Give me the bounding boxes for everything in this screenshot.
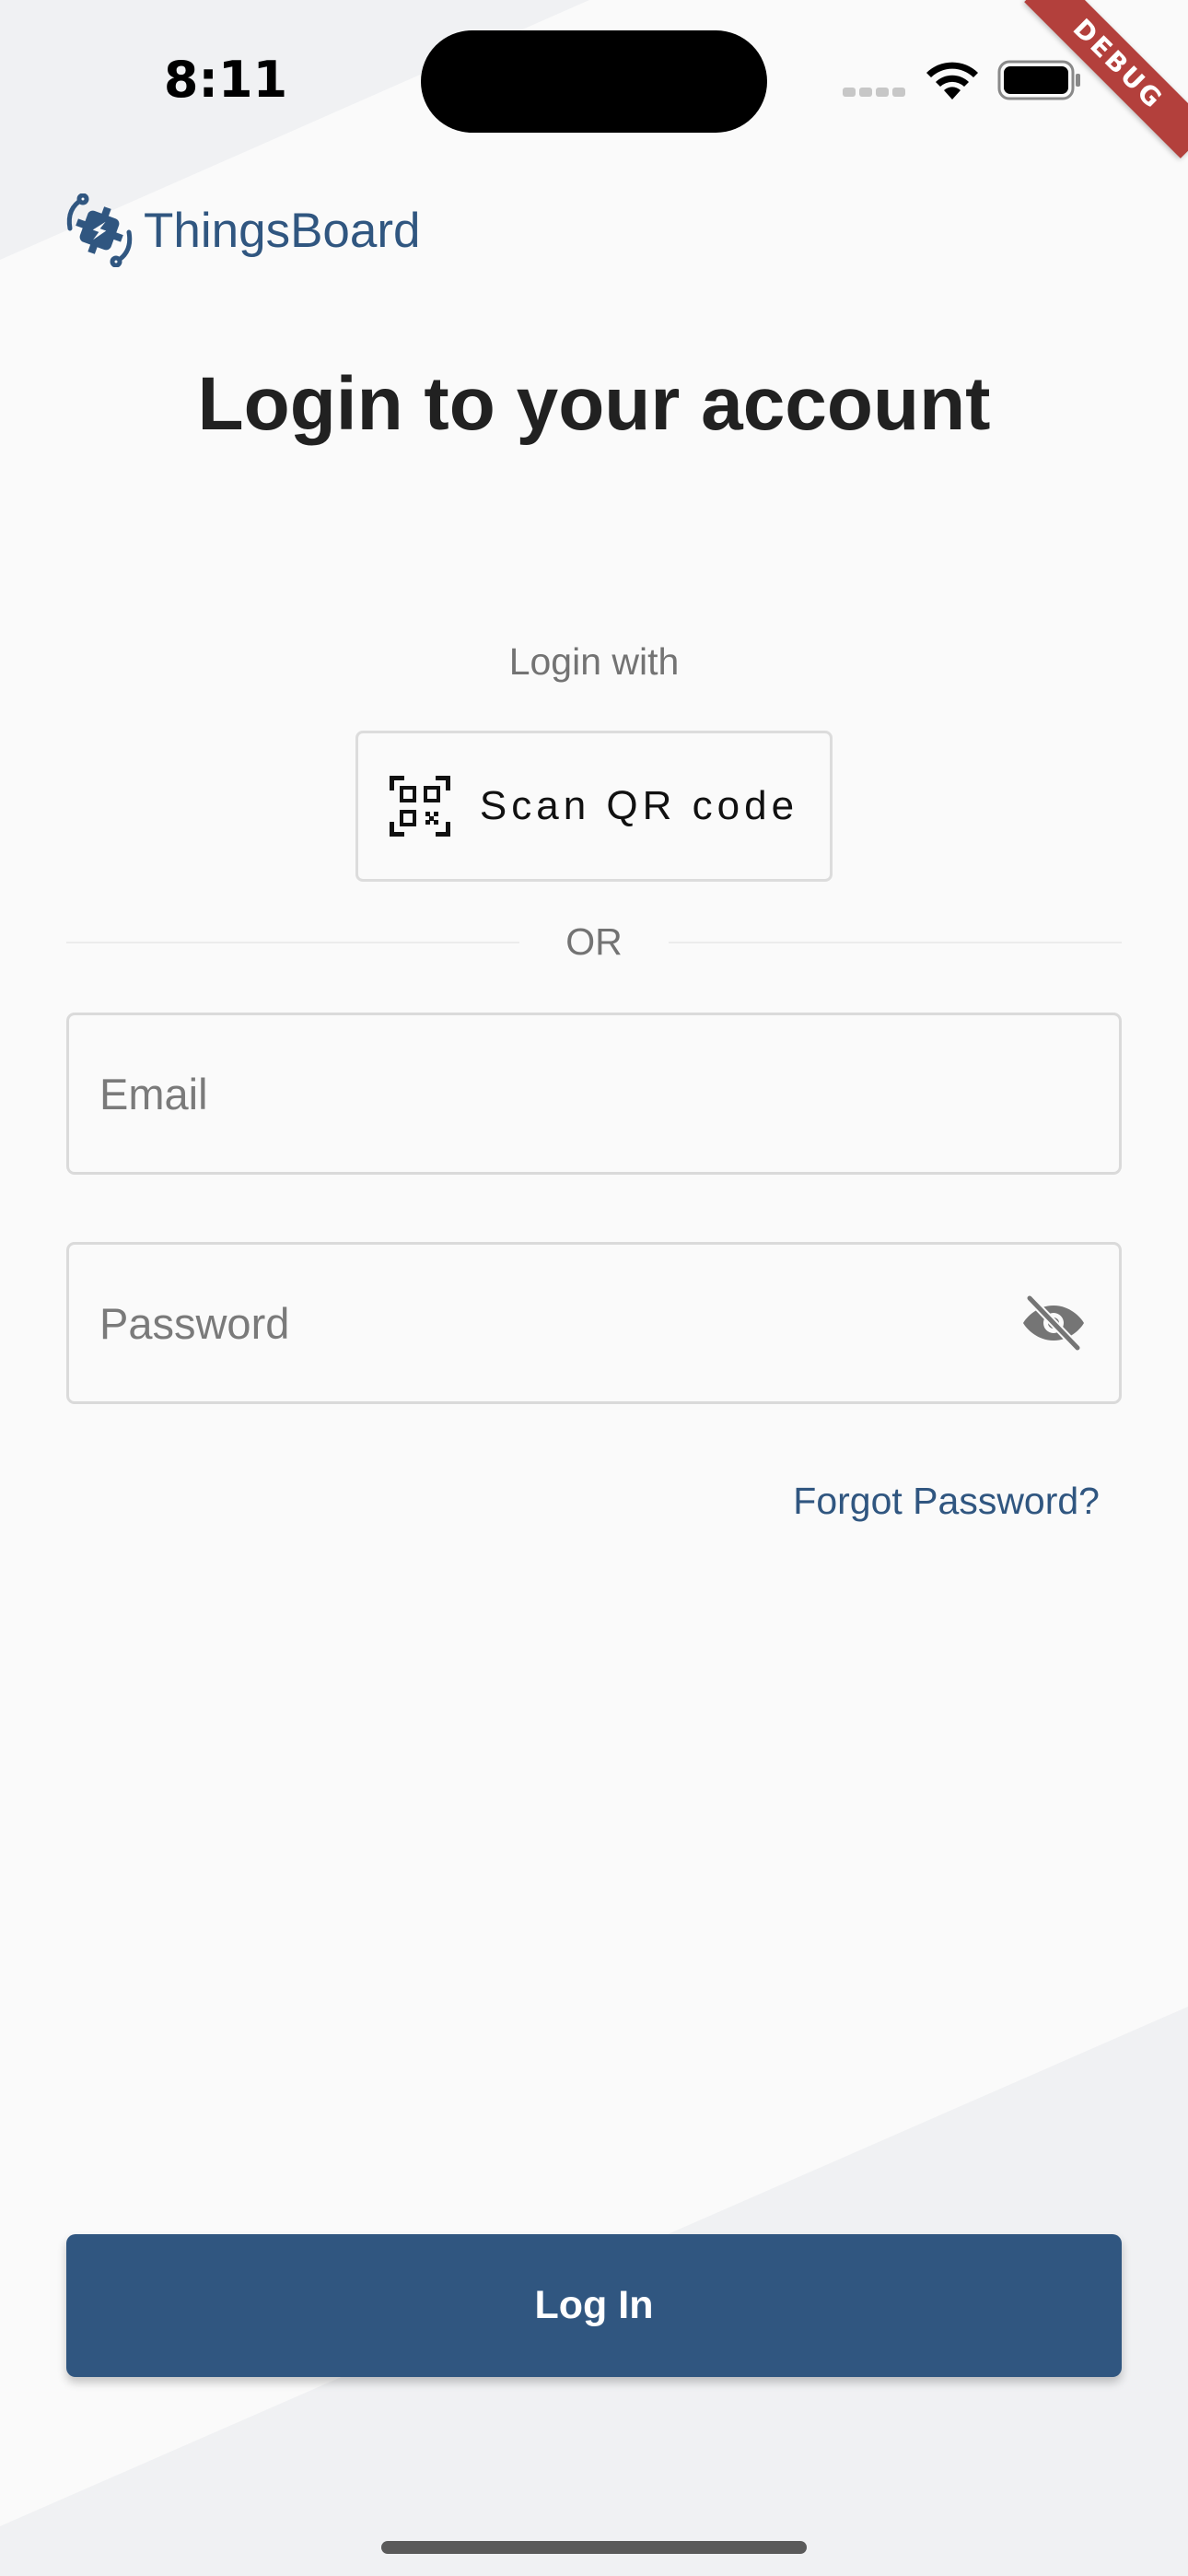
home-indicator bbox=[381, 2541, 807, 2554]
log-in-button[interactable]: Log In bbox=[66, 2234, 1122, 2377]
divider-line-left bbox=[66, 942, 519, 943]
password-field-container bbox=[66, 1242, 1122, 1404]
page-title: Login to your account bbox=[197, 362, 991, 446]
brand-name: ThingsBoard bbox=[144, 204, 421, 258]
battery-icon bbox=[997, 60, 1080, 100]
email-field[interactable] bbox=[99, 1015, 1020, 1172]
scan-qr-code-label: Scan QR code bbox=[479, 783, 799, 828]
dynamic-island bbox=[421, 30, 767, 133]
thingsboard-logo-icon bbox=[66, 193, 133, 267]
status-time: 8:11 bbox=[163, 51, 288, 109]
qr-code-icon bbox=[389, 776, 450, 837]
wifi-icon bbox=[926, 62, 978, 100]
visibility-off-icon[interactable] bbox=[1021, 1293, 1086, 1353]
forgot-password-link[interactable]: Forgot Password? bbox=[793, 1475, 1100, 1527]
login-with-label: Login with bbox=[508, 640, 680, 683]
email-field-container bbox=[66, 1013, 1122, 1175]
cellular-signal-icon bbox=[843, 88, 905, 97]
scan-qr-code-button[interactable]: Scan QR code bbox=[355, 731, 833, 882]
password-field[interactable] bbox=[99, 1245, 1020, 1401]
divider-line-right bbox=[669, 942, 1122, 943]
or-divider: OR bbox=[565, 920, 623, 963]
